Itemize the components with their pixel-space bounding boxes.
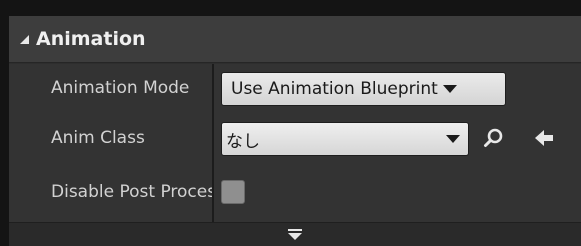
disable-post-process-checkbox[interactable] [221, 180, 245, 204]
use-selected-arrow-icon [535, 130, 553, 146]
column-splitter[interactable] [212, 64, 214, 222]
browse-search-button[interactable] [481, 125, 507, 151]
category-header-animation[interactable]: Animation [9, 16, 581, 63]
animation-mode-dropdown[interactable]: Use Animation Blueprint [221, 72, 506, 106]
category-title: Animation [36, 28, 146, 50]
details-window: Animation Animation Mode Use Animation B… [0, 0, 581, 246]
property-row-disable-post-process: Disable Post Process Blueprint [9, 164, 581, 219]
advanced-expander[interactable] [9, 222, 581, 246]
details-panel: Animation Animation Mode Use Animation B… [9, 16, 581, 246]
chevron-down-icon [446, 135, 460, 143]
property-label: Disable Post Process Blueprint [51, 181, 213, 202]
search-icon [484, 128, 503, 147]
collapse-arrow-icon[interactable] [20, 34, 29, 44]
expand-advanced-icon [288, 228, 302, 240]
chevron-down-icon [442, 85, 457, 93]
use-selected-button[interactable] [531, 125, 557, 151]
property-row-anim-class: Anim Class なし [9, 114, 581, 161]
property-rows: Animation Mode Use Animation Blueprint A… [9, 64, 581, 222]
dropdown-value: Use Animation Blueprint [231, 79, 438, 99]
property-label: Anim Class [51, 127, 145, 148]
property-row-animation-mode: Animation Mode Use Animation Blueprint [9, 64, 581, 111]
property-label: Animation Mode [51, 77, 190, 98]
anim-class-picker[interactable]: なし [221, 122, 469, 156]
asset-picker-value: なし [226, 131, 260, 152]
